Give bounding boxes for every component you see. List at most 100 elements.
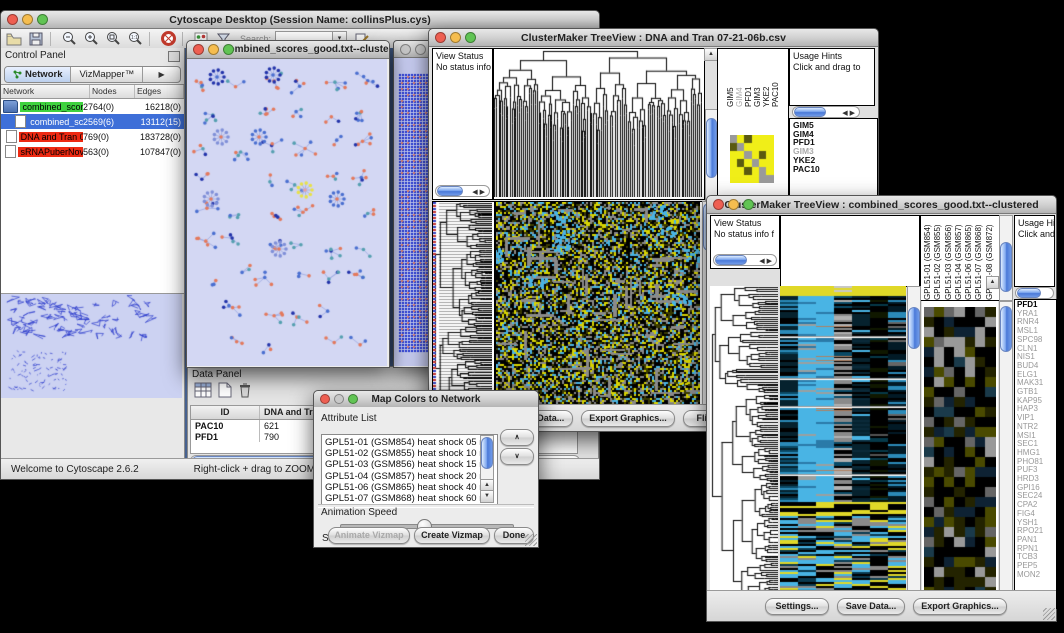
attribute-item[interactable]: GPL51-02 (GSM855) heat shock 10 min <box>325 448 497 459</box>
network-row[interactable]: combined_scores2764(0)16218(0) <box>1 99 184 114</box>
close-icon[interactable] <box>713 199 724 210</box>
tv2-main-heatmap[interactable] <box>780 286 906 606</box>
tv2-gene-list: PFD1YRA1RNR4MSL1SPC98CLN1NIS1BUD4ELG1MAK… <box>1014 299 1057 609</box>
tv2-heatmap-vscrollbar[interactable] <box>907 286 921 608</box>
open-icon[interactable] <box>5 31 23 47</box>
desktop: Cytoscape Desktop (Session Name: collins… <box>0 0 1064 633</box>
tv1-view-status-hscrollbar[interactable]: ◀▶ <box>435 185 490 197</box>
minimize-icon[interactable] <box>208 44 219 55</box>
scroll-thumb[interactable] <box>794 107 826 117</box>
control-panel: Control Panel Network VizMapper™ ▶ Netwo… <box>1 48 185 459</box>
zoom-window-icon[interactable] <box>743 199 754 210</box>
attribute-item[interactable]: GPL51-04 (GSM857) heat shock 20 min <box>325 471 497 482</box>
attribute-item[interactable]: GPL51-06 (GSM865) heat shock 40 min <box>325 482 497 493</box>
close-icon[interactable] <box>7 14 18 25</box>
minimize-icon[interactable] <box>450 32 461 43</box>
network-view-titlebar[interactable]: combined_scores_good.txt--cluste... <box>187 41 389 59</box>
help-ring-icon[interactable] <box>159 31 177 47</box>
export-graphics-button[interactable]: Export Graphics... <box>913 598 1007 615</box>
zoom-window-icon[interactable] <box>223 44 234 55</box>
delete-attribute-icon[interactable] <box>238 382 252 403</box>
network-view-window[interactable]: combined_scores_good.txt--cluste... <box>186 40 390 368</box>
network-row[interactable]: DNA and Tran 07769(0)183728(0) <box>1 129 184 144</box>
tv2-column-dendrogram[interactable] <box>780 215 920 287</box>
attribute-item[interactable]: GPL51-03 (GSM856) heat shock 15 min <box>325 459 497 470</box>
tv2-labels-vscrollbar[interactable] <box>999 215 1013 301</box>
status-welcome: Welcome to Cytoscape 2.6.2 <box>11 464 139 475</box>
scroll-thumb[interactable] <box>908 307 920 349</box>
tv2-zoom-heatmap[interactable] <box>922 301 998 606</box>
tab-vizmapper[interactable]: VizMapper™ <box>71 67 143 82</box>
doc-icon <box>6 130 17 143</box>
tab-network[interactable]: Network <box>5 67 71 82</box>
treeview2-titlebar[interactable]: ClusterMaker TreeView : combined_scores_… <box>707 196 1056 214</box>
network-view-canvas[interactable] <box>187 59 387 366</box>
move-down-button[interactable]: ∨ <box>500 448 534 465</box>
tv1-genes-hscrollbar[interactable]: ◀▶ <box>792 106 860 118</box>
resize-grip[interactable] <box>525 534 537 546</box>
minimize-icon[interactable] <box>415 44 426 55</box>
tv1-column-dendrogram[interactable] <box>493 48 705 200</box>
cytoscape-titlebar[interactable]: Cytoscape Desktop (Session Name: collins… <box>1 11 599 29</box>
zoom-out-icon[interactable] <box>60 31 78 47</box>
attribute-item[interactable]: GPL51-01 (GSM854) heat shock 05 min <box>325 437 497 448</box>
treeview2-window[interactable]: ClusterMaker TreeView : combined_scores_… <box>706 195 1057 622</box>
animate-vizmap-button[interactable]: Animate Vizmap <box>328 527 410 544</box>
create-vizmap-button[interactable]: Create Vizmap <box>414 527 490 544</box>
zoom-window-icon[interactable] <box>348 394 358 404</box>
close-icon[interactable] <box>193 44 204 55</box>
settings-button[interactable]: Settings... <box>765 598 829 615</box>
window-controls[interactable] <box>7 14 48 25</box>
scroll-thumb[interactable] <box>715 255 747 265</box>
tv1-zoom-heatmap[interactable] <box>730 135 774 183</box>
minimize-icon[interactable] <box>728 199 739 210</box>
save-data-button[interactable]: Save Data... <box>837 598 905 615</box>
column-label: PAC10 <box>771 49 780 107</box>
tv1-scroll-up[interactable]: ▲ <box>704 48 718 61</box>
tv2-view-status-hscrollbar[interactable]: ◀▶ <box>713 254 777 266</box>
save-icon[interactable] <box>27 31 45 47</box>
minimize-icon[interactable] <box>334 394 344 404</box>
treeview1-titlebar[interactable]: ClusterMaker TreeView : DNA and Tran 07-… <box>429 29 878 47</box>
tv2-labels-up[interactable]: ▲ <box>986 276 999 289</box>
network-row[interactable]: sRNAPuberNov2+563(0)107847(0) <box>1 144 184 159</box>
zoom-selected-icon[interactable] <box>104 31 122 47</box>
scroll-thumb[interactable] <box>1000 242 1012 292</box>
map-dialog-titlebar[interactable]: Map Colors to Network <box>314 391 538 408</box>
scroll-thumb[interactable] <box>437 186 463 196</box>
close-icon[interactable] <box>400 44 411 55</box>
birdseye-view[interactable] <box>1 294 182 398</box>
network-row[interactable]: combined_sco2569(6)13112(15) <box>1 114 184 129</box>
scroll-thumb[interactable] <box>481 437 493 469</box>
resize-grip[interactable] <box>1043 608 1055 620</box>
scroll-arrows[interactable]: ◀▶ <box>842 109 857 117</box>
zoom-window-icon[interactable] <box>465 32 476 43</box>
scroll-arrows[interactable]: ◀▶ <box>472 188 487 196</box>
tab-overflow-arrow[interactable]: ▶ <box>143 67 180 82</box>
map-colors-dialog[interactable]: Map Colors to Network Attribute List GPL… <box>313 390 539 548</box>
zoom-window-icon[interactable] <box>37 14 48 25</box>
scroll-thumb[interactable] <box>1017 288 1041 298</box>
column-label: GPL51-06 (GSM865) <box>964 216 974 300</box>
zoom-in-icon[interactable] <box>82 31 100 47</box>
close-icon[interactable] <box>320 394 330 404</box>
float-panel-icon[interactable] <box>168 51 180 62</box>
gene-label: MON2 <box>1017 571 1056 580</box>
close-icon[interactable] <box>435 32 446 43</box>
new-attribute-icon[interactable] <box>218 382 232 403</box>
tv2-zoom-vscrollbar[interactable] <box>999 301 1013 608</box>
tv2-row-dendrogram[interactable] <box>710 286 778 606</box>
move-up-button[interactable]: ∧ <box>500 429 534 446</box>
attribute-item[interactable]: GPL51-07 (GSM868) heat shock 60 min <box>325 493 497 504</box>
scroll-thumb[interactable] <box>706 118 717 178</box>
minimize-icon[interactable] <box>22 14 33 25</box>
scroll-thumb[interactable] <box>1000 306 1012 352</box>
list-scroll-down[interactable]: ▼ <box>480 490 494 503</box>
table-mode-icon[interactable] <box>194 382 212 403</box>
zoom-fit-icon[interactable]: 1:1 <box>126 31 144 47</box>
scroll-arrows[interactable]: ◀▶ <box>759 257 774 265</box>
export-graphics-button[interactable]: Export Graphics... <box>581 410 675 427</box>
network-icon <box>13 70 22 79</box>
attribute-list[interactable]: GPL51-01 (GSM854) heat shock 05 minGPL51… <box>321 434 498 505</box>
tv2-genes-hscrollbar[interactable] <box>1015 287 1054 299</box>
